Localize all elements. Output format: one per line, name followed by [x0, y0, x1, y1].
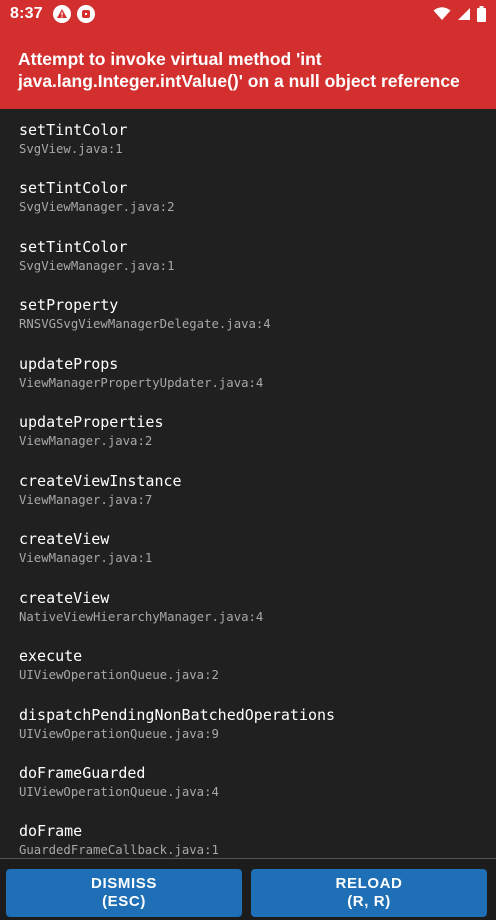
frame-file: SvgViewManager.java:1 — [19, 259, 175, 273]
status-time: 8:37 — [10, 5, 43, 22]
frame-file: SvgViewManager.java:2 — [19, 200, 175, 214]
stack-frame[interactable]: execute UIViewOperationQueue.java:2 — [19, 646, 479, 684]
frame-file: ViewManagerPropertyUpdater.java:4 — [19, 376, 264, 390]
frame-file: GuardedFrameCallback.java:1 — [19, 843, 219, 857]
stack-frame[interactable]: setTintColor SvgViewManager.java:1 — [19, 237, 479, 275]
frame-file: UIViewOperationQueue.java:4 — [19, 785, 219, 799]
button-bar: DISMISS (ESC) RELOAD (R, R) — [0, 858, 496, 920]
frame-method: createView — [19, 530, 110, 548]
frame-file: SvgView.java:1 — [19, 142, 123, 156]
frame-method: createViewInstance — [19, 472, 182, 490]
dismiss-button[interactable]: DISMISS (ESC) — [6, 869, 242, 917]
app-icon — [76, 5, 95, 23]
frame-method: execute — [19, 647, 83, 665]
redbox-error-screen: 8:37 Attempt to invoke virtual method 'i… — [0, 0, 496, 920]
frame-method: createView — [19, 589, 110, 607]
stack-frame[interactable]: setTintColor SvgViewManager.java:2 — [19, 178, 479, 216]
stack-frame[interactable]: createView ViewManager.java:1 — [19, 529, 479, 567]
frame-file: UIViewOperationQueue.java:2 — [19, 668, 219, 682]
frame-method: updateProps — [19, 355, 119, 373]
stack-frame[interactable]: doFrame GuardedFrameCallback.java:1 — [19, 821, 479, 858]
stack-frame[interactable]: createView NativeViewHierarchyManager.ja… — [19, 588, 479, 626]
stack-frame[interactable]: setTintColor SvgView.java:1 — [19, 120, 479, 158]
frame-file: RNSVGSvgViewManagerDelegate.java:4 — [19, 317, 271, 331]
stack-frame[interactable]: setProperty RNSVGSvgViewManagerDelegate.… — [19, 295, 479, 333]
frame-file: ViewManager.java:2 — [19, 434, 153, 448]
frame-file: ViewManager.java:7 — [19, 493, 153, 507]
frame-method: updateProperties — [19, 413, 164, 431]
stack-frame[interactable]: createViewInstance ViewManager.java:7 — [19, 471, 479, 509]
wifi-icon — [433, 7, 451, 20]
stack-frame[interactable]: updateProps ViewManagerPropertyUpdater.j… — [19, 354, 479, 392]
battery-icon — [477, 6, 486, 22]
signal-icon — [458, 8, 470, 20]
frame-file: NativeViewHierarchyManager.java:4 — [19, 610, 264, 624]
error-header: Attempt to invoke virtual method 'int ja… — [0, 28, 496, 109]
reload-button-label: RELOAD — [335, 875, 403, 892]
reload-button-shortcut: (R, R) — [347, 893, 391, 910]
status-system-icons — [433, 6, 486, 22]
frame-file: UIViewOperationQueue.java:9 — [19, 727, 219, 741]
status-bar: 8:37 — [0, 0, 496, 28]
frame-method: dispatchPendingNonBatchedOperations — [19, 706, 336, 724]
frame-method: setTintColor — [19, 238, 128, 256]
frame-method: doFrameGuarded — [19, 764, 146, 782]
error-message: Attempt to invoke virtual method 'int ja… — [18, 49, 460, 91]
reload-button[interactable]: RELOAD (R, R) — [251, 869, 487, 917]
frame-method: doFrame — [19, 822, 83, 840]
frame-method: setTintColor — [19, 121, 128, 139]
status-notification-icons — [52, 5, 95, 23]
stack-trace-list[interactable]: setTintColor SvgView.java:1 setTintColor… — [0, 109, 496, 858]
dismiss-button-shortcut: (ESC) — [102, 893, 146, 910]
warning-icon — [52, 5, 71, 23]
stack-frame[interactable]: updateProperties ViewManager.java:2 — [19, 412, 479, 450]
frame-method: setTintColor — [19, 179, 128, 197]
stack-frame[interactable]: doFrameGuarded UIViewOperationQueue.java… — [19, 763, 479, 801]
frame-method: setProperty — [19, 296, 119, 314]
frame-file: ViewManager.java:1 — [19, 551, 153, 565]
stack-frame[interactable]: dispatchPendingNonBatchedOperations UIVi… — [19, 705, 479, 743]
dismiss-button-label: DISMISS — [91, 875, 157, 892]
